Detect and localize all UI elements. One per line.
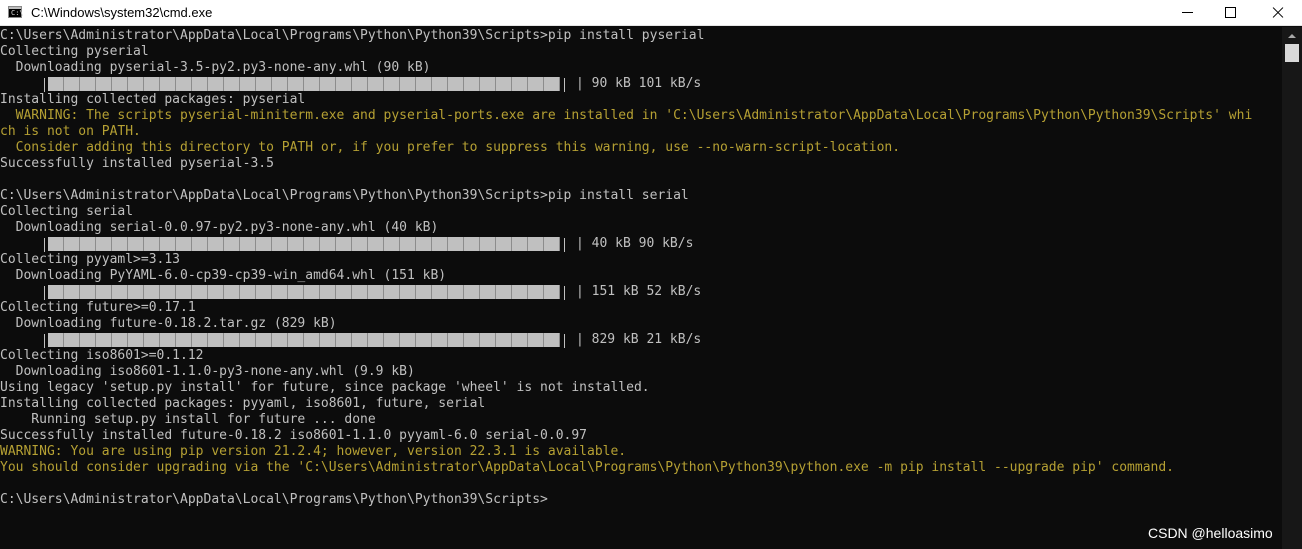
console-line: Downloading pyserial-3.5-py2.py3-none-an… bbox=[0, 60, 431, 75]
progress-text: | 90 kB 101 kB/s bbox=[576, 76, 702, 91]
console-line: Downloading future-0.18.2.tar.gz (829 kB… bbox=[0, 316, 337, 331]
console-line: Downloading PyYAML-6.0-cp39-cp39-win_amd… bbox=[0, 268, 447, 283]
scrollbar-thumb[interactable] bbox=[1285, 44, 1299, 62]
console-line: Installing collected packages: pyyaml, i… bbox=[0, 396, 486, 411]
progress-bar bbox=[44, 284, 565, 300]
console-line: Collecting iso8601>=0.1.12 bbox=[0, 348, 204, 363]
console-line: Collecting serial bbox=[0, 204, 134, 219]
console-line: Successfully installed future-0.18.2 iso… bbox=[0, 428, 587, 443]
console-line: Collecting pyserial bbox=[0, 44, 149, 59]
close-button[interactable] bbox=[1254, 0, 1300, 26]
console-line: Using legacy 'setup.py install' for futu… bbox=[0, 380, 650, 395]
console-warning-line: WARNING: The scripts pyserial-miniterm.e… bbox=[0, 108, 1253, 123]
window-title: C:\Windows\system32\cmd.exe bbox=[31, 5, 213, 20]
progress-bar bbox=[44, 332, 565, 348]
progress-text: | 40 kB 90 kB/s bbox=[576, 236, 694, 251]
console-line: C:\Users\Administrator\AppData\Local\Pro… bbox=[0, 28, 705, 43]
vertical-scrollbar[interactable] bbox=[1282, 27, 1302, 549]
console-warning-line: WARNING: You are using pip version 21.2.… bbox=[0, 444, 627, 459]
cmd-icon[interactable]: C:\ bbox=[8, 6, 24, 18]
progress-text: | 829 kB 21 kB/s bbox=[576, 332, 702, 347]
console-line: C:\Users\Administrator\AppData\Local\Pro… bbox=[0, 188, 689, 203]
console-warning-line: You should consider upgrading via the 'C… bbox=[0, 460, 1174, 475]
console-line: Downloading iso8601-1.1.0-py3-none-any.w… bbox=[0, 364, 415, 379]
console-line: Installing collected packages: pyserial bbox=[0, 92, 306, 107]
command-prompt[interactable]: C:\Users\Administrator\AppData\Local\Pro… bbox=[0, 492, 548, 508]
scroll-up-arrow-icon[interactable] bbox=[1282, 27, 1302, 44]
progress-text: | 151 kB 52 kB/s bbox=[576, 284, 702, 299]
console-warning-line: ch is not on PATH. bbox=[0, 124, 141, 139]
console-line: Collecting pyyaml>=3.13 bbox=[0, 252, 181, 267]
console-line: Downloading serial-0.0.97-py2.py3-none-a… bbox=[0, 220, 439, 235]
progress-bar bbox=[44, 236, 565, 252]
title-bar[interactable]: C:\ C:\Windows\system32\cmd.exe bbox=[0, 0, 1302, 26]
watermark: CSDN @helloasimo bbox=[1148, 525, 1273, 541]
progress-bar bbox=[44, 76, 565, 92]
console-line: Successfully installed pyserial-3.5 bbox=[0, 156, 274, 171]
console-warning-line: Consider adding this directory to PATH o… bbox=[0, 140, 901, 155]
maximize-button[interactable] bbox=[1208, 0, 1254, 26]
console-output[interactable]: C:\Users\Administrator\AppData\Local\Pro… bbox=[0, 28, 1282, 549]
minimize-button[interactable] bbox=[1165, 0, 1211, 26]
cmd-window: C:\ C:\Windows\system32\cmd.exe C:\Users… bbox=[0, 0, 1302, 549]
console-line: Collecting future>=0.17.1 bbox=[0, 300, 196, 315]
console-line: Running setup.py install for future ... … bbox=[0, 412, 376, 427]
